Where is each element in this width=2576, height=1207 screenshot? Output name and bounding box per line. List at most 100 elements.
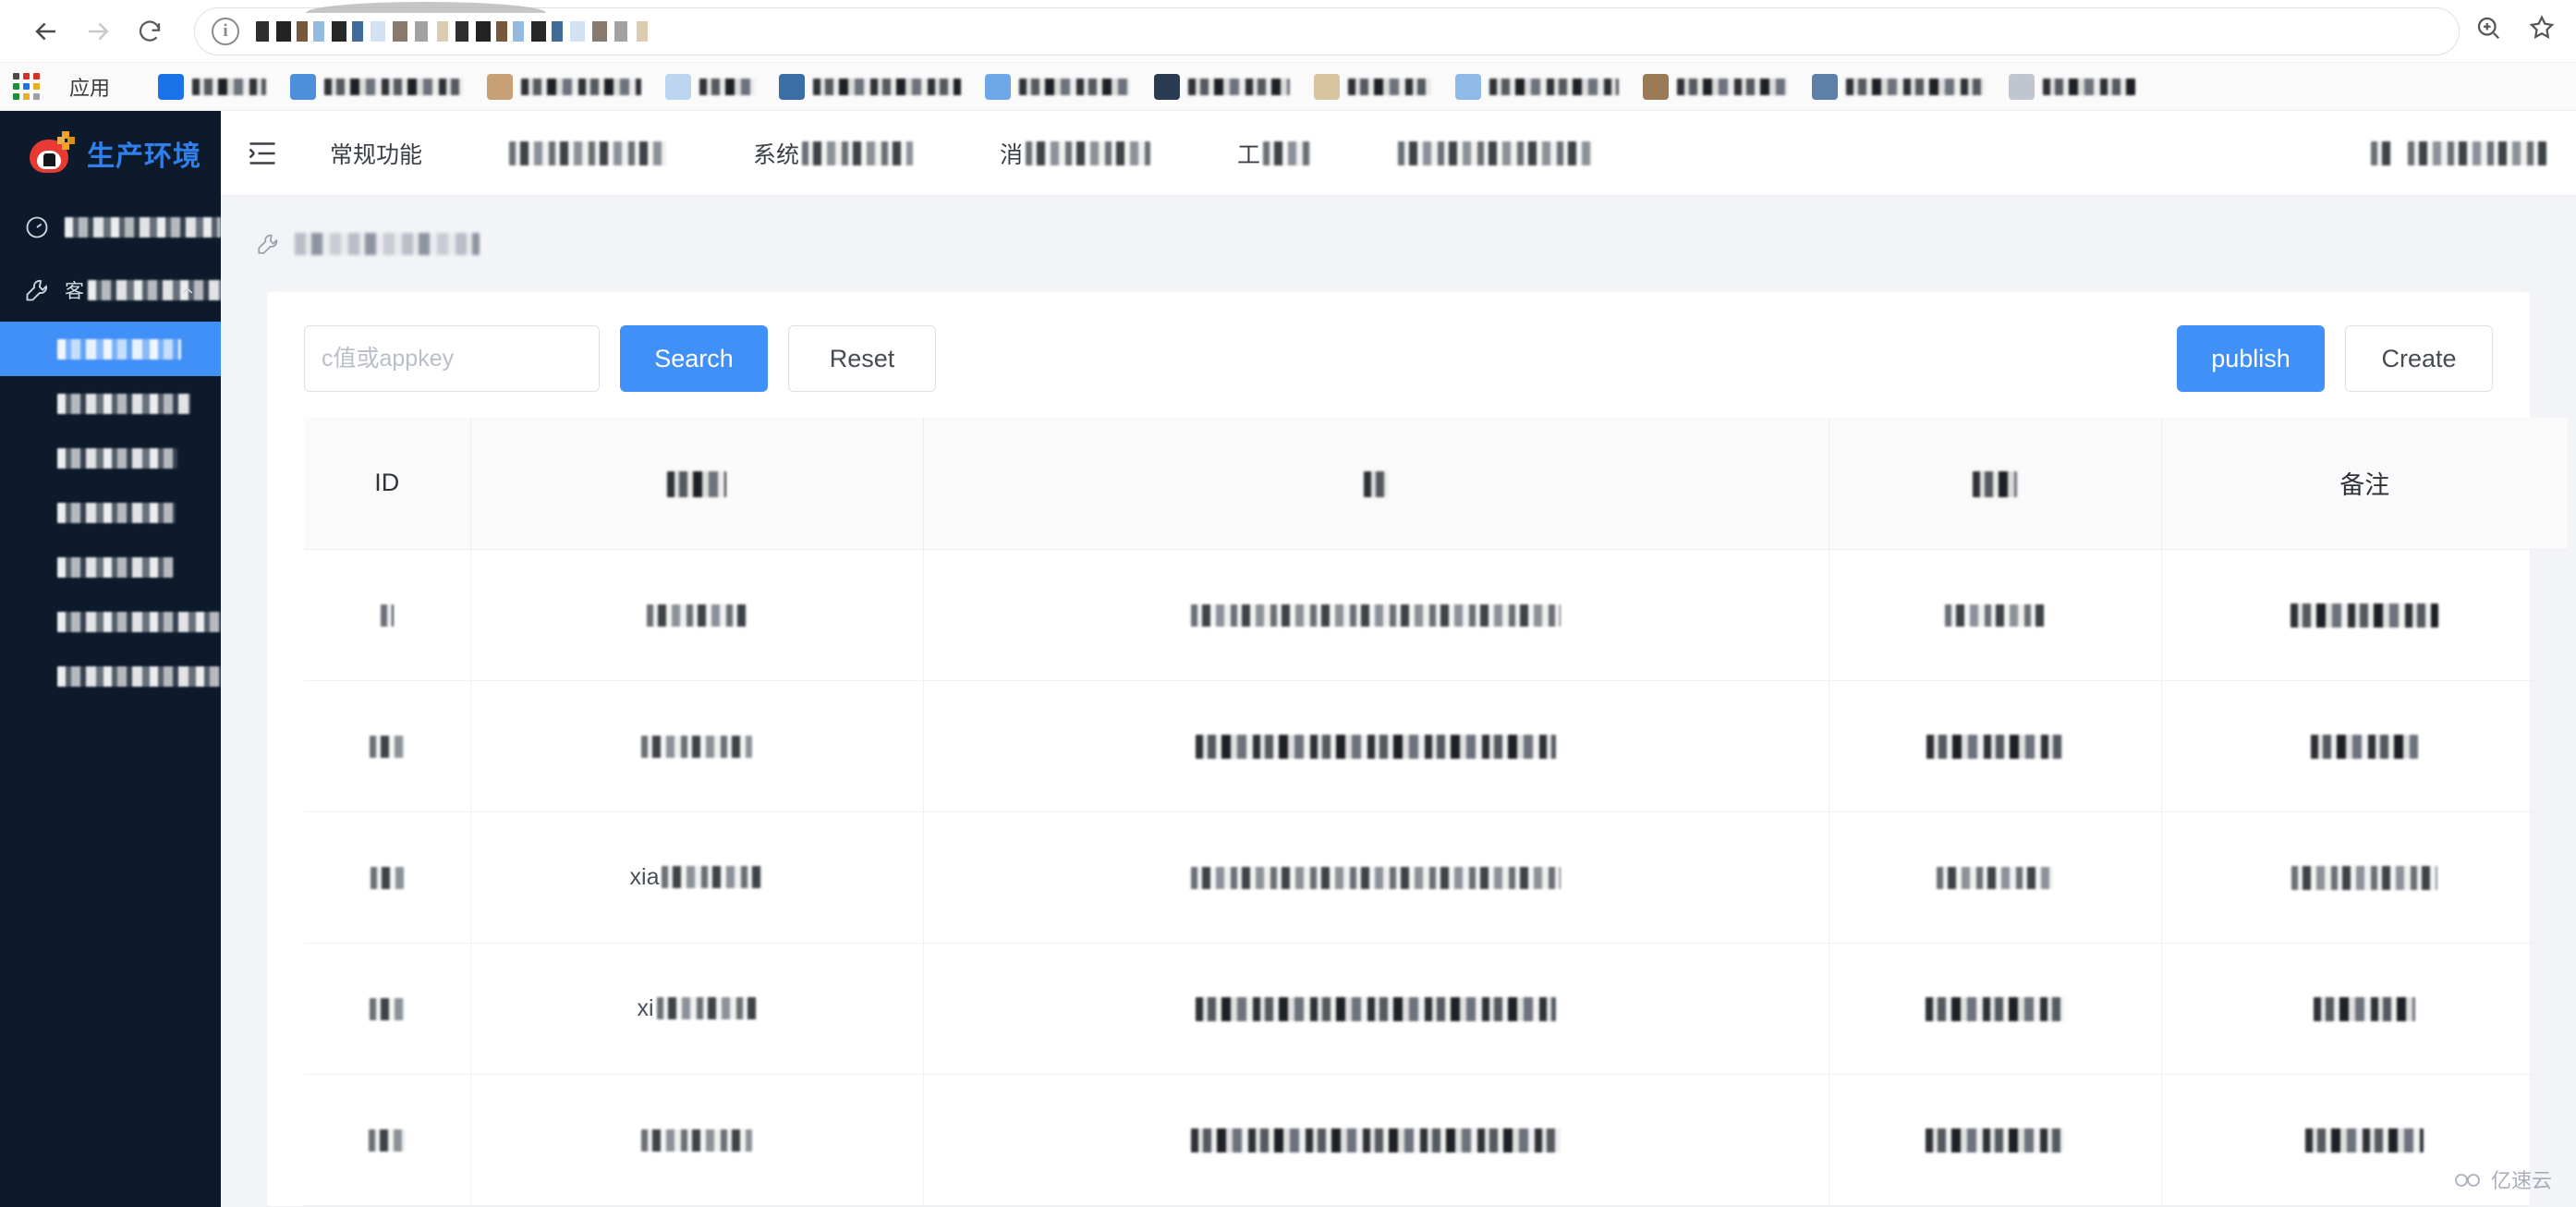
search-button[interactable]: Search	[620, 325, 768, 392]
bookmark-label	[1019, 78, 1131, 95]
sidebar-item-label	[57, 502, 176, 523]
sidebar-item-6[interactable]	[0, 540, 221, 594]
sidebar-item-4[interactable]	[0, 431, 221, 485]
cell-col2: xia	[470, 811, 924, 944]
column-header-id[interactable]: ID	[304, 418, 471, 550]
cell-id	[304, 1074, 471, 1206]
user-name-redacted	[2408, 140, 2546, 165]
bookmark-favicon	[1314, 73, 1341, 100]
panda-logo-icon	[26, 131, 75, 175]
menu-fold-icon[interactable]	[221, 140, 304, 167]
bookmark-favicon	[2009, 73, 2035, 100]
cell-redacted	[1945, 604, 2045, 627]
table-row[interactable]	[304, 1074, 2568, 1206]
create-button[interactable]: Create	[2345, 325, 2493, 392]
bookmark-label	[2043, 78, 2136, 95]
bookmark-item[interactable]	[1455, 73, 1620, 101]
sidebar-item-tools[interactable]: 客	[0, 259, 221, 322]
cell-col3	[923, 680, 1829, 812]
cell-redacted	[370, 866, 404, 889]
sidebar-item-7[interactable]	[0, 594, 221, 649]
table-row[interactable]: xi	[304, 943, 2568, 1075]
column-header-4[interactable]	[1829, 418, 2162, 550]
bookmark-item[interactable]	[1812, 73, 1986, 101]
cell-col2: xi	[470, 943, 924, 1075]
bookmark-item[interactable]	[290, 73, 464, 101]
bookmark-item[interactable]	[2009, 73, 2136, 101]
cell-redacted	[641, 735, 752, 758]
cell-redacted	[1196, 734, 1556, 759]
nav-item-system[interactable]: 系统	[753, 137, 914, 170]
sidebar-item-active[interactable]	[0, 322, 221, 376]
sidebar-item-5[interactable]	[0, 485, 221, 540]
nav-item-general[interactable]: 常规功能	[330, 137, 422, 170]
nav-item-5[interactable]: 工	[1237, 137, 1312, 170]
cell-redacted	[380, 604, 394, 627]
back-button[interactable]	[20, 6, 72, 57]
cell-text-group: xi	[637, 995, 757, 1022]
cell-col2	[470, 1074, 924, 1206]
column-header-label-redacted	[667, 471, 726, 498]
sidebar-item-label	[57, 447, 177, 469]
user-menu[interactable]	[2371, 140, 2576, 165]
cell-id	[304, 549, 471, 681]
sidebar-item-dashboard[interactable]	[0, 196, 221, 259]
nav-item-label-redacted	[1398, 140, 1593, 165]
bookmark-star-icon[interactable]	[2528, 14, 2556, 49]
search-box[interactable]	[304, 325, 640, 392]
bookmark-item[interactable]	[985, 73, 1131, 101]
nav-item-label: 消	[1000, 141, 1024, 168]
chevron-up-icon[interactable]	[180, 283, 195, 298]
cell-col4	[1829, 943, 2162, 1075]
search-input[interactable]	[322, 345, 619, 372]
address-bar[interactable]: i	[194, 1, 2460, 55]
cell-col3	[923, 943, 1829, 1075]
sidebar-item-label: 客	[65, 281, 84, 302]
bookmark-item[interactable]	[1314, 73, 1432, 101]
site-info-icon[interactable]: i	[212, 17, 239, 45]
bookmark-item[interactable]	[487, 73, 642, 101]
cell-redacted	[2305, 1128, 2424, 1152]
nav-item-6[interactable]	[1398, 140, 1593, 165]
bookmark-favicon	[1812, 73, 1839, 100]
cell-col3	[923, 1074, 1829, 1206]
cell-redacted	[662, 866, 764, 888]
publish-button[interactable]: publish	[2177, 325, 2325, 392]
sidebar-item-8[interactable]	[0, 649, 221, 703]
table-row[interactable]	[304, 680, 2568, 812]
brand[interactable]: 生产环境	[0, 111, 221, 196]
zoom-in-icon[interactable]	[2474, 14, 2502, 49]
bookmark-favicon	[779, 73, 806, 100]
bookmark-item[interactable]	[1154, 73, 1291, 101]
bookmark-favicon	[1643, 73, 1670, 100]
forward-button[interactable]	[72, 6, 124, 57]
table-row[interactable]: xia	[304, 811, 2568, 944]
reset-button[interactable]: Reset	[788, 325, 936, 392]
table-body: xia xi	[304, 549, 2568, 1206]
cell-col2	[470, 549, 924, 681]
cell-remark	[2161, 680, 2568, 812]
bookmark-item[interactable]	[1643, 73, 1789, 101]
reload-button[interactable]	[124, 6, 176, 57]
bookmark-favicon	[665, 73, 692, 100]
cell-remark	[2161, 549, 2568, 681]
cell-col4	[1829, 680, 2162, 812]
bookmark-item[interactable]	[158, 73, 267, 101]
bookmark-item[interactable]	[665, 73, 756, 101]
bookmark-item[interactable]	[779, 73, 962, 101]
cell-redacted	[1191, 604, 1561, 627]
nav-item-4[interactable]: 消	[1000, 137, 1151, 170]
table-row[interactable]	[304, 549, 2568, 681]
apps-grid-icon[interactable]	[13, 73, 40, 100]
cell-col4	[1829, 1074, 2162, 1206]
browser-window: i 应用 生产环境 客 常规功能 系统 消 工 c值或appkey Search…	[0, 0, 2576, 1207]
nav-item-2[interactable]	[509, 140, 667, 165]
address-bar-url-text	[256, 20, 653, 42]
column-header-2[interactable]	[470, 418, 924, 550]
column-header-remark[interactable]: 备注	[2161, 418, 2568, 550]
sidebar-item-3[interactable]	[0, 376, 221, 431]
app-nav: 常规功能 系统 消 工	[330, 137, 1593, 170]
address-bar-dropdown-shadow	[306, 1, 546, 13]
column-header-3[interactable]	[923, 418, 1829, 550]
apps-label[interactable]: 应用	[69, 72, 110, 102]
